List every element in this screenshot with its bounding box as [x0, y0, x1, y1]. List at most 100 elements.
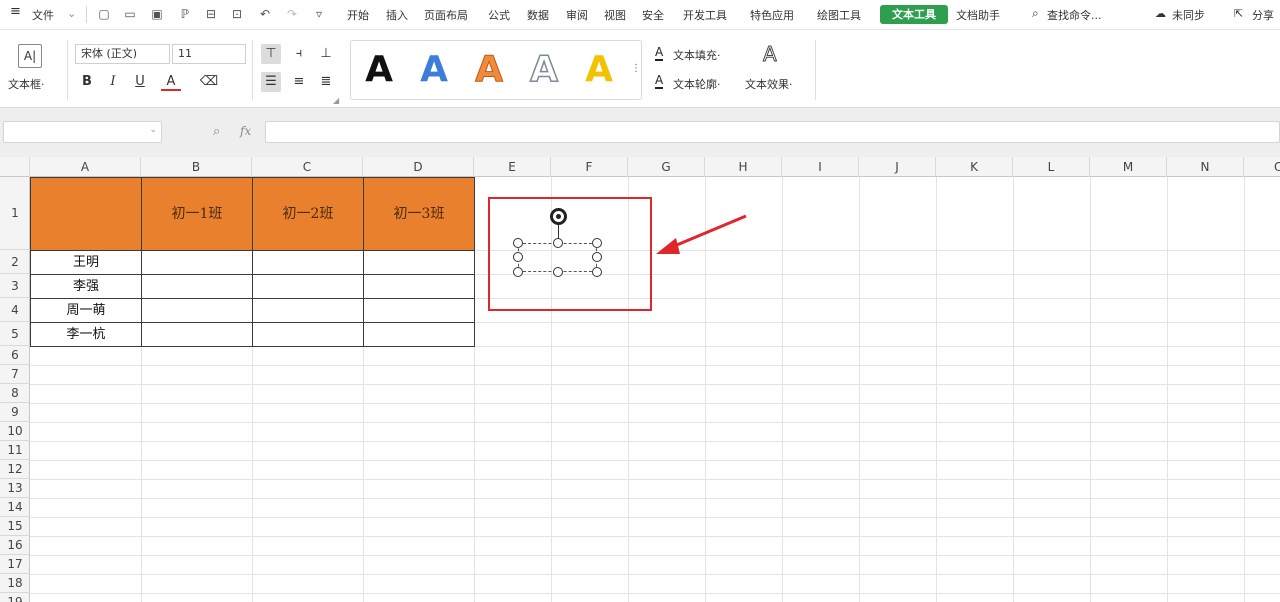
row-header-16[interactable]: 16 [0, 536, 30, 555]
text-effect-icon[interactable]: A [763, 42, 778, 67]
text-fill-button[interactable]: 文本填充· [673, 47, 721, 63]
command-search[interactable]: 查找命令... [1047, 7, 1102, 23]
textbox-button[interactable]: 文本框· [8, 76, 45, 92]
row-header-3[interactable]: 3 [0, 274, 30, 298]
fx-icon[interactable]: fx [240, 124, 251, 138]
tab-text-tools[interactable]: 文本工具 [880, 5, 948, 24]
row-header-6[interactable]: 6 [0, 346, 30, 365]
sync-status[interactable]: 未同步 [1172, 7, 1205, 23]
tab-developer[interactable]: 开发工具 [683, 7, 727, 23]
table-cell-c2[interactable] [252, 250, 364, 275]
row-header-8[interactable]: 8 [0, 384, 30, 403]
resize-handle-bottom-left[interactable] [513, 267, 523, 277]
row-header-14[interactable]: 14 [0, 498, 30, 517]
table-header-cell-b1[interactable]: 初一1班 [141, 177, 253, 251]
column-header-m[interactable]: M [1090, 157, 1167, 177]
print-preview-icon[interactable]: ⊡ [229, 6, 245, 22]
table-cell-d4[interactable] [363, 298, 475, 323]
bold-button[interactable]: B [77, 72, 97, 92]
hamburger-menu-icon[interactable]: ≡ [10, 4, 21, 19]
align-middle-icon[interactable]: ⫞ [289, 44, 309, 64]
text-fill-icon[interactable]: A [655, 45, 664, 61]
text-outline-button[interactable]: 文本轮廓· [673, 76, 721, 92]
align-center-icon[interactable]: ≡ [289, 72, 309, 92]
text-style-black[interactable]: A [359, 47, 399, 93]
font-name-select[interactable]: 宋体 (正文) [75, 44, 170, 64]
column-header-o[interactable]: O [1244, 157, 1280, 177]
eraser-icon[interactable]: ⌫ [199, 72, 219, 92]
chevron-down-icon[interactable]: ⌄ [67, 7, 76, 20]
column-header-k[interactable]: K [936, 157, 1013, 177]
text-style-blue[interactable]: A [414, 47, 454, 93]
column-header-e[interactable]: E [474, 157, 551, 177]
text-style-gold[interactable]: A [579, 47, 619, 93]
tab-drawing-tools[interactable]: 绘图工具 [817, 7, 861, 23]
resize-handle-right[interactable] [592, 252, 602, 262]
table-cell-b3[interactable] [141, 274, 253, 299]
resize-handle-bottom-right[interactable] [592, 267, 602, 277]
row-header-12[interactable]: 12 [0, 460, 30, 479]
table-cell-a3[interactable]: 李强 [30, 274, 142, 299]
save-icon[interactable]: ▣ [149, 6, 165, 22]
text-effect-button[interactable]: 文本效果· [745, 76, 793, 92]
table-cell-d5[interactable] [363, 322, 475, 347]
underline-button[interactable]: U [130, 72, 150, 92]
column-header-g[interactable]: G [628, 157, 705, 177]
cloud-sync-icon[interactable]: ☁ [1155, 7, 1166, 20]
table-header-cell-d1[interactable]: 初一3班 [363, 177, 475, 251]
table-cell-d3[interactable] [363, 274, 475, 299]
table-cell-d2[interactable] [363, 250, 475, 275]
resize-handle-top-left[interactable] [513, 238, 523, 248]
redo-icon[interactable]: ↷ [284, 6, 300, 22]
row-header-15[interactable]: 15 [0, 517, 30, 536]
tab-view[interactable]: 视图 [604, 7, 626, 23]
table-cell-b2[interactable] [141, 250, 253, 275]
share-icon[interactable]: ⇱ [1234, 7, 1243, 20]
tab-special[interactable]: 特色应用 [750, 7, 794, 23]
row-header-19[interactable]: 19 [0, 593, 30, 602]
column-header-b[interactable]: B [141, 157, 252, 177]
row-header-2[interactable]: 2 [0, 250, 30, 274]
undo-icon[interactable]: ↶ [257, 6, 273, 22]
column-header-d[interactable]: D [363, 157, 474, 177]
row-header-5[interactable]: 5 [0, 322, 30, 346]
print-icon[interactable]: ⊟ [203, 6, 219, 22]
tab-doc-assistant[interactable]: 文档助手 [956, 7, 1000, 23]
zoom-icon[interactable]: ⌕ [213, 124, 220, 139]
rotate-handle-icon[interactable] [550, 208, 567, 225]
resize-handle-bottom[interactable] [553, 267, 563, 277]
search-icon[interactable]: ⌕ [1032, 6, 1039, 21]
table-cell-a4[interactable]: 周一萌 [30, 298, 142, 323]
row-header-18[interactable]: 18 [0, 574, 30, 593]
resize-handle-left[interactable] [513, 252, 523, 262]
italic-button[interactable]: I [103, 72, 123, 92]
tab-formulas[interactable]: 公式 [488, 7, 510, 23]
row-header-4[interactable]: 4 [0, 298, 30, 322]
align-top-icon[interactable]: ⊤ [261, 44, 281, 64]
table-cell-c3[interactable] [252, 274, 364, 299]
align-left-icon[interactable]: ☰ [261, 72, 281, 92]
dialog-launcher-icon[interactable]: ◢ [333, 96, 339, 105]
formula-input[interactable] [265, 121, 1280, 143]
table-cell-a5[interactable]: 李一杭 [30, 322, 142, 347]
table-header-cell-c1[interactable]: 初一2班 [252, 177, 364, 251]
column-header-h[interactable]: H [705, 157, 782, 177]
textbox-icon[interactable]: A| [18, 44, 42, 68]
name-box[interactable]: ⌄ [3, 121, 162, 143]
row-header-13[interactable]: 13 [0, 479, 30, 498]
tab-page-layout[interactable]: 页面布局 [424, 7, 468, 23]
file-menu[interactable]: 文件 [32, 7, 54, 23]
customize-toolbar-icon[interactable]: ▿ [311, 6, 327, 22]
row-header-7[interactable]: 7 [0, 365, 30, 384]
row-header-11[interactable]: 11 [0, 441, 30, 460]
font-color-button[interactable]: A [161, 72, 181, 91]
new-file-icon[interactable]: ▢ [96, 6, 112, 22]
column-header-n[interactable]: N [1167, 157, 1244, 177]
table-cell-a2[interactable]: 王明 [30, 250, 142, 275]
row-header-17[interactable]: 17 [0, 555, 30, 574]
tab-insert[interactable]: 插入 [386, 7, 408, 23]
column-header-l[interactable]: L [1013, 157, 1090, 177]
tab-review[interactable]: 审阅 [566, 7, 588, 23]
table-header-cell-a1[interactable] [30, 177, 142, 251]
gallery-more-icon[interactable]: ⋮ [631, 63, 641, 74]
